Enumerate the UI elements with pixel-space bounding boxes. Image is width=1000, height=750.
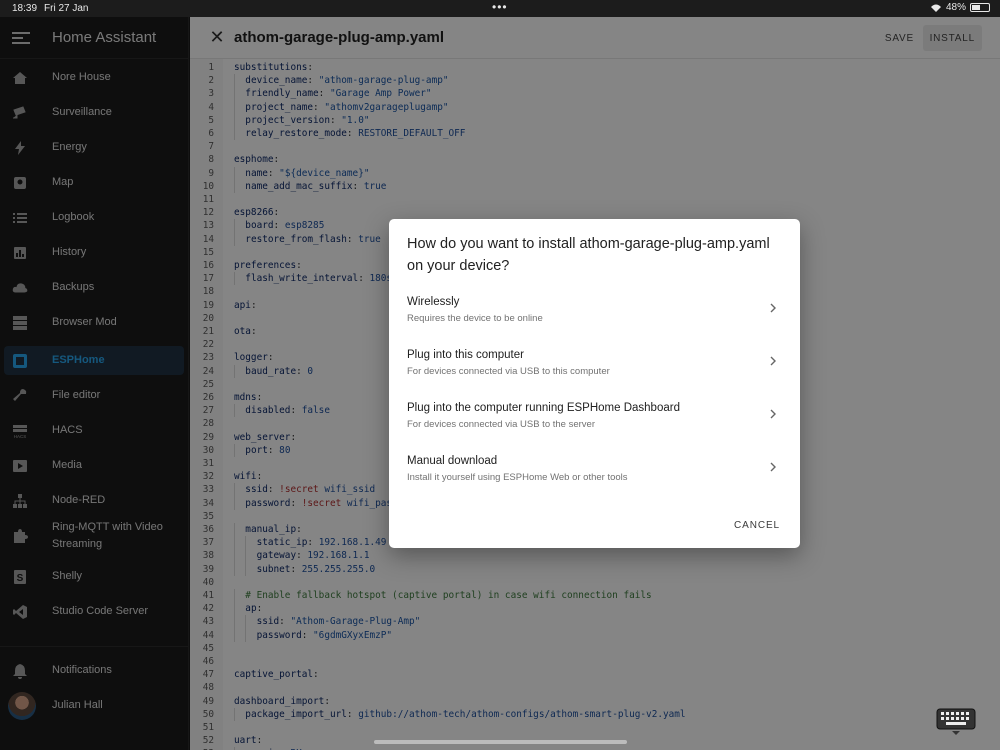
chevron-right-icon (770, 462, 776, 472)
dialog-title: How do you want to install athom-garage-… (407, 236, 770, 274)
chevron-right-icon (770, 303, 776, 313)
keyboard-icon[interactable] (936, 708, 976, 736)
option-description: Install it yourself using ESPHome Web or… (407, 472, 628, 483)
multitasking-dots-icon[interactable]: ••• (492, 0, 508, 14)
option-description: Requires the device to be online (407, 313, 543, 324)
install-dialog: How do you want to install athom-garage-… (389, 219, 800, 548)
home-indicator[interactable] (374, 740, 627, 744)
status-right: 48% (930, 2, 990, 13)
option-description: For devices connected via USB to the ser… (407, 419, 595, 430)
chevron-right-icon (770, 409, 776, 419)
option-manual-download[interactable]: Manual download Install it yourself usin… (389, 447, 800, 499)
option-label: Wirelessly (407, 296, 460, 308)
option-label: Manual download (407, 455, 498, 467)
battery-percent: 48% (945, 2, 966, 13)
battery-icon (970, 3, 990, 12)
cancel-button[interactable]: CANCEL (728, 514, 786, 536)
status-bar: 18:39 Fri 27 Jan ••• 48% (0, 0, 1000, 17)
wifi-icon (930, 4, 941, 12)
option-label: Plug into the computer running ESPHome D… (407, 402, 680, 414)
option-description: For devices connected via USB to this co… (407, 366, 610, 377)
option-label: Plug into this computer (407, 349, 524, 361)
status-date: Fri 27 Jan (44, 3, 89, 14)
option-plug-into-dashboard-server[interactable]: Plug into the computer running ESPHome D… (389, 394, 800, 446)
option-plug-into-this-computer[interactable]: Plug into this computer For devices conn… (389, 341, 800, 393)
chevron-right-icon (770, 356, 776, 366)
option-wirelessly[interactable]: Wirelessly Requires the device to be onl… (389, 288, 800, 340)
status-time: 18:39 (12, 3, 38, 14)
